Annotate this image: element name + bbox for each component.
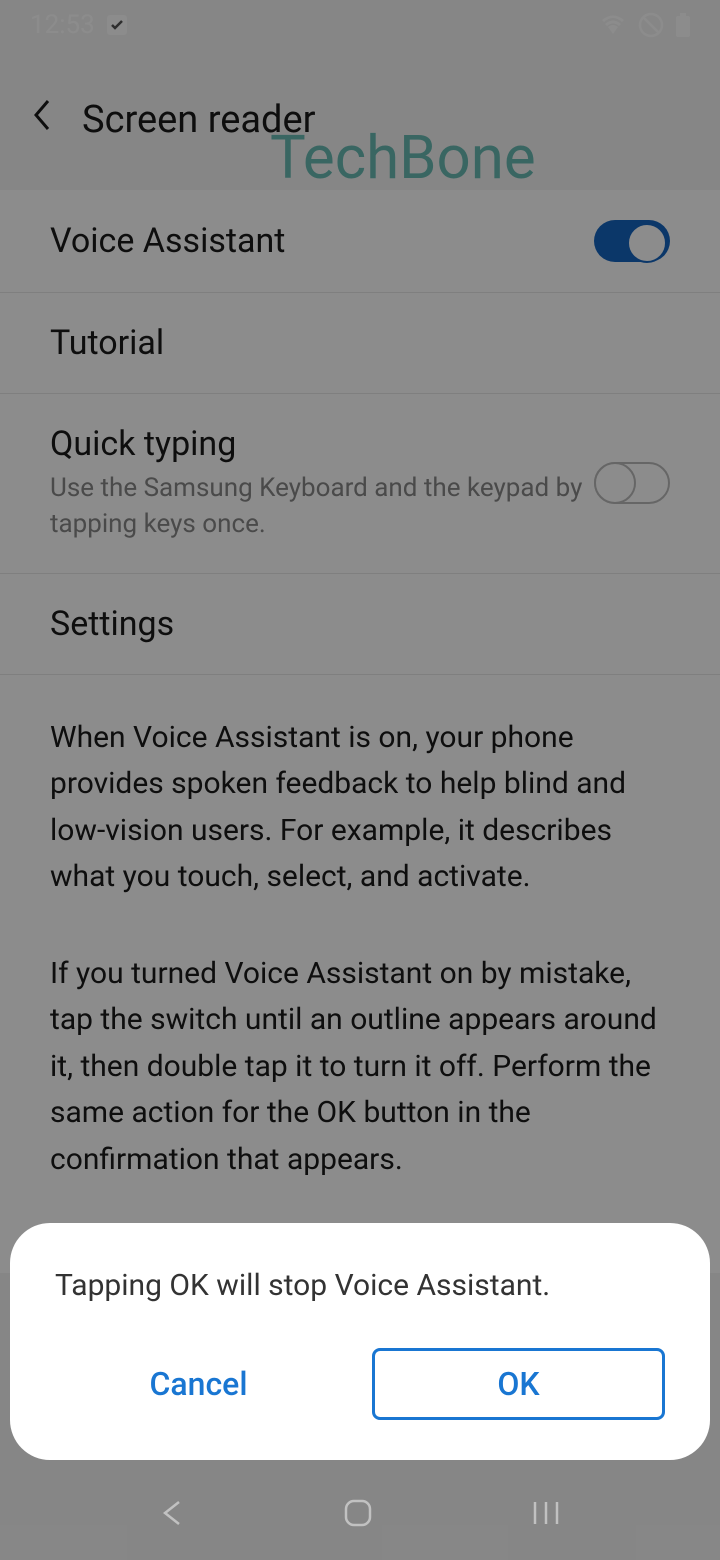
nav-home-icon[interactable] — [343, 1498, 373, 1532]
navigation-bar — [0, 1470, 720, 1560]
nav-recents-icon[interactable] — [531, 1500, 561, 1530]
ok-button[interactable]: OK — [372, 1348, 665, 1420]
cancel-button[interactable]: Cancel — [55, 1348, 342, 1420]
dialog-message: Tapping OK will stop Voice Assistant. — [55, 1268, 665, 1303]
confirmation-dialog: Tapping OK will stop Voice Assistant. Ca… — [10, 1223, 710, 1460]
nav-back-icon[interactable] — [159, 1498, 185, 1532]
